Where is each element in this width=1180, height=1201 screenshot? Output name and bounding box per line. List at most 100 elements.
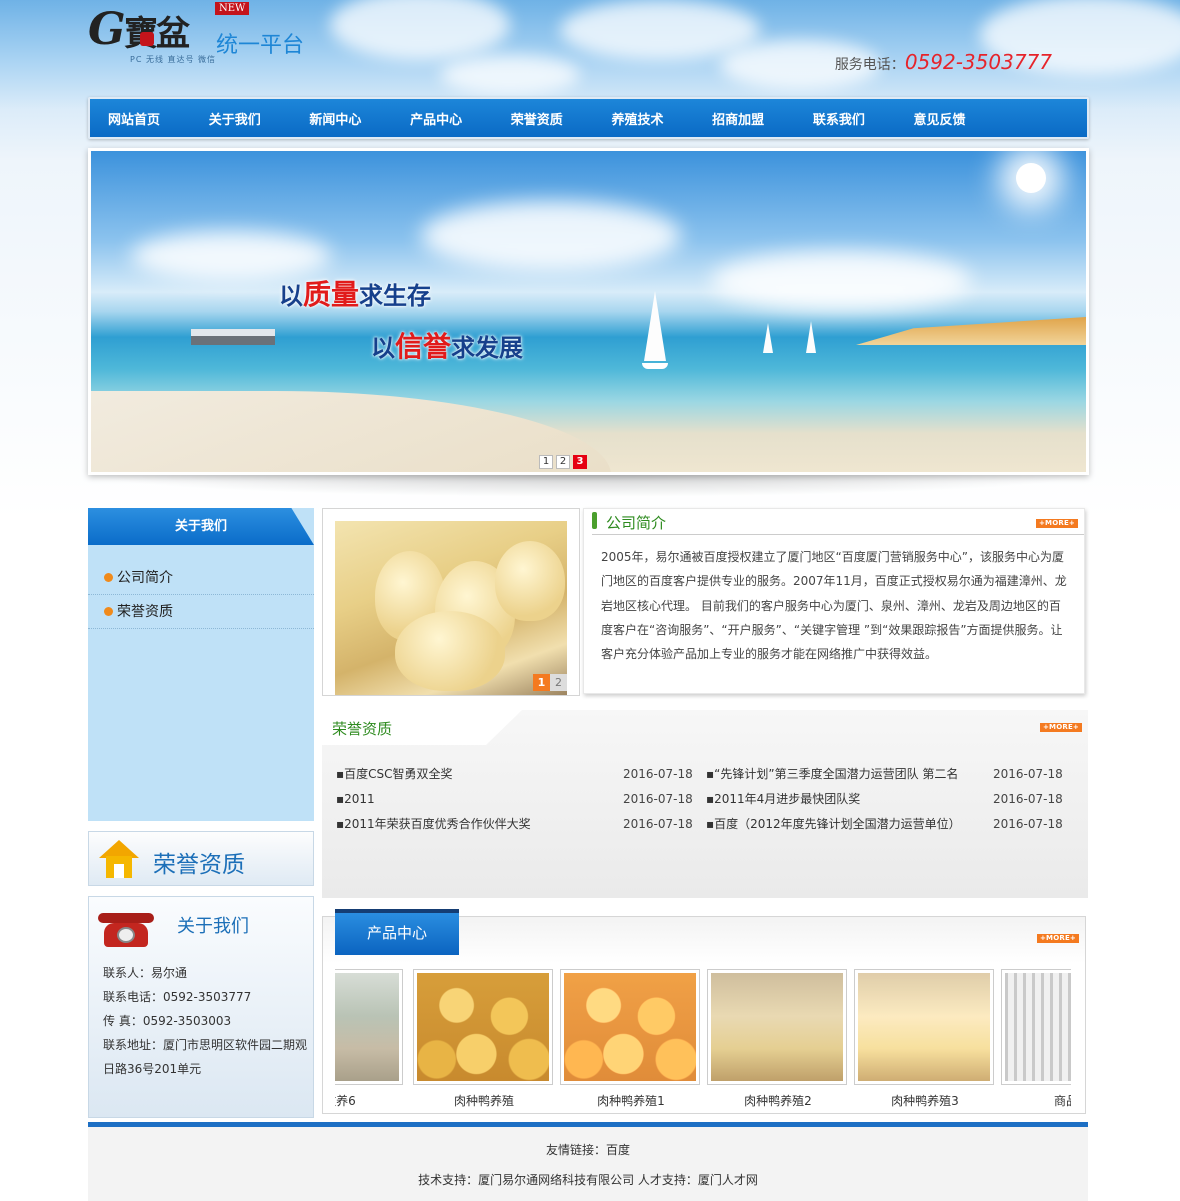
product-item[interactable]: 肉种鸭养殖2 [707,969,849,1109]
bullet-icon [104,573,113,582]
sidebar-contact: 关于我们 联系人：易尔通 联系电话：0592-3503777 传 真：0592-… [88,896,314,1118]
footer-links-label: 友情链接： [545,1143,606,1157]
phone-number: 0592-3503777 [904,50,1052,74]
list-item[interactable]: ▪百度CSC智勇双全奖 2016-07-18 [336,762,706,787]
honor-item-title[interactable]: ▪百度（2012年度先锋计划全国潜力运营单位） [706,812,993,837]
intro-text: 2005年，易尔通被百度授权建立了厦门地区“百度厦门营销服务中心”，该服务中心为… [601,550,1067,662]
nav-item-contact[interactable]: 联系我们 [813,109,914,128]
nav-item-news[interactable]: 新闻中心 [309,109,410,128]
contact-info: 联系人：易尔通 联系电话：0592-3503777 传 真：0592-35030… [103,961,307,1081]
footer-links: 友情链接：百度 [88,1141,1088,1158]
products-panel: 产品中心 +MORE+ 散放养6 肉种鸭养殖 肉种鸭养殖1 肉种鸭养殖2 肉种鸭… [322,909,1086,1114]
banner-page-2[interactable]: 2 [556,455,570,469]
intro-more-button[interactable]: +MORE+ [1035,519,1078,528]
slogan-text: 以 [279,281,303,310]
product-name[interactable]: 肉种鸭养殖2 [707,1092,849,1109]
contact-phone: 联系电话：0592-3503777 [103,990,252,1004]
product-thumbnail[interactable] [707,969,847,1085]
intro-title: 公司简介 [606,514,667,532]
products-more-button[interactable]: +MORE+ [1036,934,1079,943]
honor-item-title[interactable]: ▪百度CSC智勇双全奖 [336,762,623,787]
banner-slogan-1: 以质量求生存 [279,273,431,313]
contact-person: 联系人：易尔通 [103,966,188,980]
logo-new-badge: NEW [215,2,250,15]
product-item[interactable]: 商品鸭 [1001,969,1071,1109]
honor-item-title[interactable]: ▪2011 [336,787,623,812]
product-thumbnail[interactable] [1001,969,1071,1085]
banner-pager: 1 2 3 [539,455,587,469]
banner-shore [856,317,1086,345]
banner-beach [91,391,611,472]
banner-page-1[interactable]: 1 [539,455,553,469]
duck-photo: 1 2 [335,521,567,695]
product-thumbnail[interactable] [560,969,700,1085]
sidebar-honor-banner[interactable]: 荣誉资质 [88,831,314,886]
nav-item-breeding[interactable]: 养殖技术 [611,109,712,128]
banner-page-3[interactable]: 3 [573,455,587,469]
telephone-icon-dial [117,927,135,943]
sidebar-item-honors[interactable]: 荣誉资质 [88,595,314,629]
honor-more-button[interactable]: +MORE+ [1039,723,1082,732]
intro-header: 公司简介 +MORE+ [592,509,1084,535]
product-name[interactable]: 散放养6 [335,1092,405,1109]
product-image [858,973,990,1081]
bullet-icon [104,607,113,616]
intro-image-slider[interactable]: 1 2 [322,508,580,696]
logo-seal-icon [140,32,154,46]
product-image [564,973,696,1081]
sidebar-item-company-profile[interactable]: 公司简介 [88,561,314,595]
product-item[interactable]: 肉种鸭养殖3 [854,969,996,1109]
product-thumbnail[interactable] [413,969,553,1085]
product-item[interactable]: 肉种鸭养殖1 [560,969,702,1109]
product-item[interactable]: 散放养6 [335,969,405,1109]
nav-item-products[interactable]: 产品中心 [410,109,511,128]
product-image [335,973,399,1081]
product-name[interactable]: 肉种鸭养殖1 [560,1092,702,1109]
list-item[interactable]: ▪2011年4月进步最快团队奖 2016-07-18 [706,787,1076,812]
product-name[interactable]: 肉种鸭养殖 [413,1092,555,1109]
section-marker-icon [592,512,597,529]
footer-link-baidu[interactable]: 百度 [606,1143,630,1157]
nav-item-honors[interactable]: 荣誉资质 [511,109,612,128]
honor-item-title[interactable]: ▪“先锋计划”第三季度全国潜力运营团队 第二名 [706,762,993,787]
slogan-highlight: 质量 [303,278,360,311]
hero-banner[interactable]: 以质量求生存 以信誉求发展 1 2 3 [88,148,1089,475]
honor-item-title[interactable]: ▪2011年4月进步最快团队奖 [706,787,993,812]
intro-page-1[interactable]: 1 [533,674,550,691]
site-header: G 寶盆 NEW 统一平台 PC 无线 直达号 微信 服务电话：0592-350… [88,0,1088,95]
nav-item-about[interactable]: 关于我们 [209,109,310,128]
nav-item-home[interactable]: 网站首页 [108,109,209,128]
banner-cloud [711,251,971,311]
sidebar-about: 关于我们 公司简介 荣誉资质 [88,508,314,821]
nav-item-franchise[interactable]: 招商加盟 [712,109,813,128]
intro-page-2[interactable]: 2 [550,674,567,691]
main-nav: 网站首页 关于我们 新闻中心 产品中心 荣誉资质 养殖技术 招商加盟 联系我们 … [88,97,1089,139]
slogan-text: 求生存 [359,281,432,310]
product-name[interactable]: 商品鸭 [1001,1092,1071,1109]
sidebar-item-label: 荣誉资质 [117,603,173,620]
product-thumbnail[interactable] [854,969,994,1085]
honor-row: ▪百度CSC智勇双全奖 2016-07-18 ▪“先锋计划”第三季度全国潜力运营团… [336,762,1076,787]
contact-fax: 传 真：0592-3503003 [103,1014,232,1028]
product-image [711,973,843,1081]
nav-item-feedback[interactable]: 意见反馈 [914,109,1015,128]
sidebar-item-label: 公司简介 [117,569,173,586]
list-item[interactable]: ▪百度（2012年度先锋计划全国潜力运营单位） 2016-07-18 [706,812,1076,837]
product-thumbnail[interactable] [335,969,403,1085]
honor-row: ▪2011 2016-07-18 ▪2011年4月进步最快团队奖 2016-07-1… [336,787,1076,812]
slogan-text: 以 [371,333,395,362]
honor-item-date: 2016-07-18 [623,817,693,831]
product-name[interactable]: 肉种鸭养殖3 [854,1092,996,1109]
telephone-icon [98,911,154,949]
list-item[interactable]: ▪2011年荣获百度优秀合作伙伴大奖 2016-07-18 [336,812,706,837]
list-item[interactable]: ▪“先锋计划”第三季度全国潜力运营团队 第二名 2016-07-18 [706,762,1076,787]
logo-subtitle: PC 无线 直达号 微信 [130,55,217,64]
home-icon-door [114,864,124,878]
site-logo[interactable]: G 寶盆 NEW 统一平台 PC 无线 直达号 微信 [88,0,318,70]
list-item[interactable]: ▪2011 2016-07-18 [336,787,706,812]
products-tab: 产品中心 [335,909,459,955]
honor-item-title[interactable]: ▪2011年荣获百度优秀合作伙伴大奖 [336,812,623,837]
home-icon [99,840,139,878]
honor-item-date: 2016-07-18 [623,792,693,806]
product-item[interactable]: 肉种鸭养殖 [413,969,555,1109]
